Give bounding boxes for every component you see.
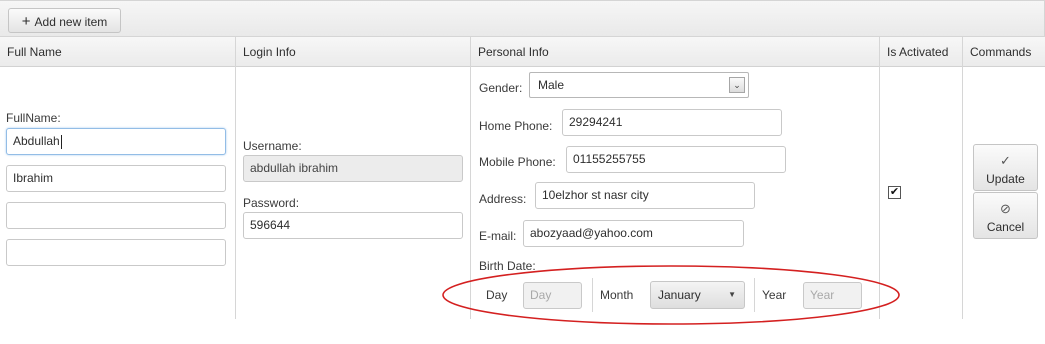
add-new-item-button[interactable]: + Add new item bbox=[8, 8, 121, 33]
day-label: Day bbox=[486, 288, 508, 302]
is-activated-checkbox[interactable]: ✔ bbox=[888, 186, 901, 199]
gender-selected-value: Male bbox=[538, 78, 565, 92]
home-phone-label: Home Phone: bbox=[479, 119, 553, 133]
column-header-login-info[interactable]: Login Info bbox=[236, 37, 470, 67]
grid-toolbar: + Add new item bbox=[0, 0, 1045, 37]
day-input[interactable]: Day bbox=[523, 282, 582, 309]
username-field: abdullah ibrahim bbox=[243, 155, 463, 182]
home-phone-input[interactable]: 29294241 bbox=[562, 109, 782, 136]
check-mark-icon: ✔ bbox=[889, 186, 900, 198]
column-divider bbox=[470, 37, 471, 319]
check-icon: ✓ bbox=[1000, 152, 1011, 168]
year-label: Year bbox=[762, 288, 787, 302]
cancel-button[interactable]: ⊘ Cancel bbox=[973, 192, 1038, 239]
password-input[interactable]: 596644 bbox=[243, 212, 463, 239]
gender-label: Gender: bbox=[479, 81, 523, 95]
column-header-is-activated[interactable]: Is Activated bbox=[880, 37, 962, 67]
plus-icon: + bbox=[21, 13, 31, 30]
column-divider bbox=[962, 37, 963, 319]
mobile-phone-label: Mobile Phone: bbox=[479, 155, 556, 169]
column-header-personal-info[interactable]: Personal Info bbox=[471, 37, 879, 67]
column-divider bbox=[235, 37, 236, 319]
first-name-value: Abdullah bbox=[13, 134, 60, 148]
address-input[interactable]: 10elzhor st nasr city bbox=[535, 182, 755, 209]
name-input-3[interactable] bbox=[6, 202, 226, 229]
add-new-item-label: Add new item bbox=[34, 15, 108, 29]
month-selected-value: January bbox=[658, 288, 701, 302]
month-dropdown[interactable]: January ▼ bbox=[650, 281, 745, 309]
text-caret bbox=[60, 134, 62, 149]
grid-header: Full Name Login Info Personal Info Is Ac… bbox=[0, 37, 1045, 67]
username-label: Username: bbox=[243, 139, 302, 153]
email-label: E-mail: bbox=[479, 229, 517, 243]
gender-select[interactable]: Male ⌄ bbox=[529, 72, 749, 98]
name-input-4[interactable] bbox=[6, 239, 226, 266]
triangle-down-icon: ▼ bbox=[728, 290, 736, 299]
mobile-phone-input[interactable]: 01155255755 bbox=[566, 146, 786, 173]
cancel-label: Cancel bbox=[986, 219, 1025, 234]
column-divider bbox=[879, 37, 880, 319]
birth-date-label: Birth Date: bbox=[479, 259, 536, 273]
fullname-label: FullName: bbox=[6, 111, 61, 125]
month-label: Month bbox=[600, 288, 634, 302]
address-label: Address: bbox=[479, 192, 527, 206]
birth-date-divider bbox=[754, 278, 755, 312]
year-input[interactable]: Year bbox=[803, 282, 862, 309]
update-label: Update bbox=[986, 171, 1025, 186]
chevron-down-icon: ⌄ bbox=[729, 77, 745, 93]
cancel-icon: ⊘ bbox=[1000, 200, 1011, 216]
column-header-commands[interactable]: Commands bbox=[963, 37, 1045, 67]
update-button[interactable]: ✓ Update bbox=[973, 144, 1038, 191]
last-name-input[interactable]: Ibrahim bbox=[6, 165, 226, 192]
first-name-input[interactable]: Abdullah bbox=[6, 128, 226, 155]
password-label: Password: bbox=[243, 196, 300, 210]
email-input[interactable]: abozyaad@yahoo.com bbox=[523, 220, 744, 247]
birth-date-divider bbox=[592, 278, 593, 312]
column-header-full-name[interactable]: Full Name bbox=[0, 37, 235, 67]
